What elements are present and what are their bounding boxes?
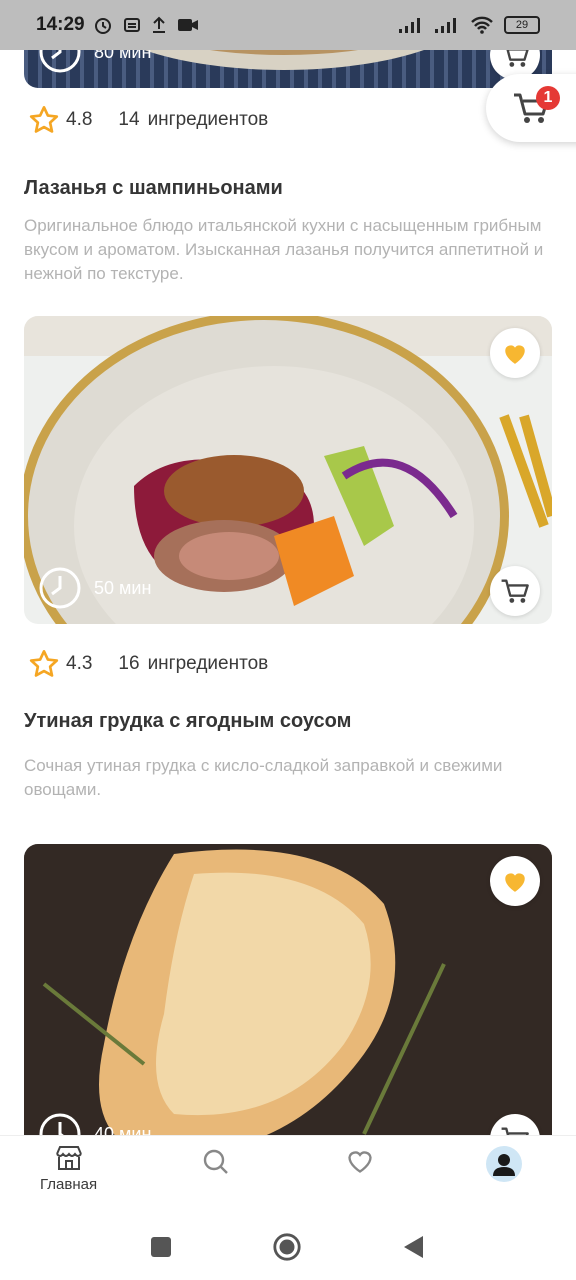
rating-value: 4.8 [66,109,93,130]
alarm-icon [94,18,111,34]
cart-icon [506,50,529,67]
ingredients-count: 14 [118,109,140,130]
floating-cart-button[interactable]: 1 [486,74,576,142]
cart-icon [501,579,529,603]
clock-icon [39,1113,81,1135]
circle-icon [273,1233,301,1261]
recipe-description: Оригинальное блюдо итальянской кухни с н… [24,216,544,283]
cook-time-badge: 50 мин [38,566,151,610]
bottom-navigation: Главная [0,1135,576,1210]
recipe-image[interactable]: 40 мин [24,844,552,1135]
cook-time-badge: 80 мин [38,50,151,74]
upload-icon [152,16,165,33]
search-icon [203,1149,228,1174]
heart-icon [505,345,525,364]
back-button[interactable] [398,1232,428,1262]
recipe-image[interactable]: 80 мин [24,50,552,88]
nav-home[interactable]: Главная [40,1144,97,1193]
video-icon [177,19,198,31]
recipe-feed[interactable]: 80 мин 4.8 14 ингредиентов Лазанья с шам… [0,50,576,1135]
clock-icon [39,50,81,73]
triangle-back-icon [404,1236,423,1258]
square-icon [151,1237,171,1257]
recipe-meta: 4.8 14 ингредиентов [28,104,268,136]
recipe-photo [24,844,552,1135]
battery-indicator: 29 [504,16,540,34]
cook-time: 80 мин [94,50,152,62]
clock-icon [39,567,81,609]
recipe-image[interactable]: 50 мин [24,316,552,624]
cook-time-badge: 40 мин [38,1112,151,1135]
nav-favorites[interactable] [346,1148,374,1174]
cook-time: 40 мин [94,1123,152,1136]
heart-icon [348,1151,372,1173]
cart-icon [501,1127,529,1135]
heart-icon [505,873,525,892]
recent-apps-button[interactable] [146,1232,176,1262]
wifi-icon [471,16,493,34]
status-time: 14:29 [36,14,85,35]
star-icon [29,650,59,677]
nav-search[interactable] [202,1148,230,1176]
recipe-description: Сочная утиная грудка с кисло-сладкой зап… [24,756,503,799]
cart-count-badge: 1 [536,86,560,110]
status-bar: 14:29 29 [0,0,576,50]
add-to-cart-button[interactable] [490,566,540,616]
nav-profile[interactable] [486,1146,522,1182]
status-left-icons [93,15,199,35]
ingredients-count: 16 [118,653,140,674]
recipe-title[interactable]: Лазанья с шампиньонами [24,177,283,200]
cook-time: 50 мин [94,577,152,598]
favorite-button[interactable] [490,856,540,906]
recipe-title[interactable]: Утиная грудка с ягодным соусом [24,710,351,733]
ingredients-label: ингредиентов [147,653,269,674]
rating-value: 4.3 [66,653,93,674]
status-right-icons: 29 [398,16,540,34]
store-icon [55,1146,82,1170]
star-icon [29,106,59,133]
signal-icon [399,18,420,33]
recipe-meta: 4.3 16 ингредиентов [28,648,268,680]
home-button[interactable] [272,1232,302,1262]
favorite-button[interactable] [490,328,540,378]
nav-home-label: Главная [40,1176,98,1193]
notification-icon [123,18,140,32]
ingredients-label: ингредиентов [147,109,269,130]
system-navigation-bar [0,1210,576,1280]
avatar [486,1146,522,1182]
user-icon [493,1154,515,1176]
signal-icon [435,18,456,33]
